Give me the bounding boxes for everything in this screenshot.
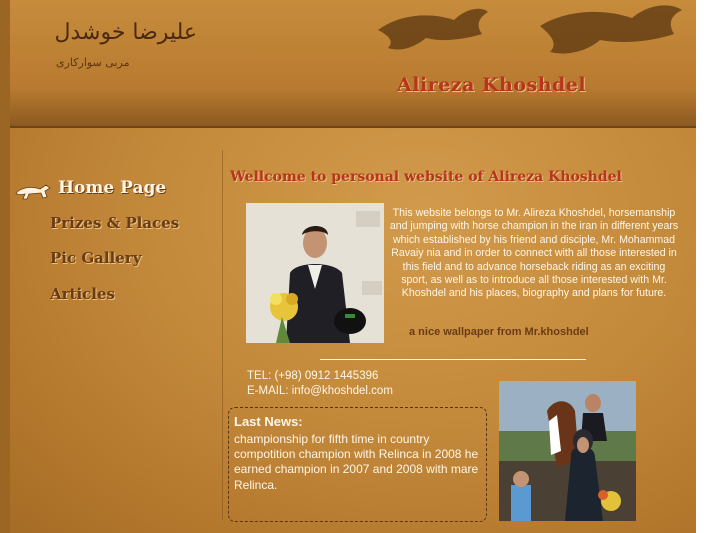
welcome-heading: Wellcome to personal website of Alireza … [230, 169, 622, 185]
right-edge [696, 0, 711, 533]
nav-home[interactable]: Home Page [58, 178, 228, 200]
site-title: Alireza Khoshdel [397, 74, 587, 96]
email-link[interactable]: E-MAIL: info@khoshdel.com [247, 385, 447, 399]
horse-photo-image [499, 381, 636, 521]
news-title: Last News: [234, 414, 303, 429]
intro-text: This website belongs to Mr. Alireza Khos… [389, 207, 679, 300]
persian-subtitle: مربی سوارکاری [56, 56, 130, 69]
divider-line [320, 359, 586, 360]
nav-gallery[interactable]: Pic Gallery [50, 249, 220, 271]
wallpaper-link[interactable]: a nice wallpaper from Mr.khoshdel [409, 326, 609, 340]
nav-divider [222, 150, 223, 520]
nav-articles[interactable]: Articles [50, 285, 220, 307]
telephone: TEL: (+98) 0912 1445396 [247, 370, 379, 382]
news-text: championship for fifth time in country c… [234, 432, 479, 492]
horse-icon [15, 184, 51, 200]
rider-photo[interactable] [246, 203, 384, 343]
site-header: علیرضا خوشدل مربی سوارکاری Alireza Khosh… [10, 0, 696, 128]
rider-photo-image [246, 203, 384, 343]
left-edge [0, 0, 10, 533]
horse-photo[interactable] [499, 381, 636, 521]
horse-banner-icon [378, 5, 682, 54]
persian-title: علیرضا خوشدل [54, 20, 198, 45]
nav-prizes[interactable]: Prizes & Places [50, 214, 220, 236]
